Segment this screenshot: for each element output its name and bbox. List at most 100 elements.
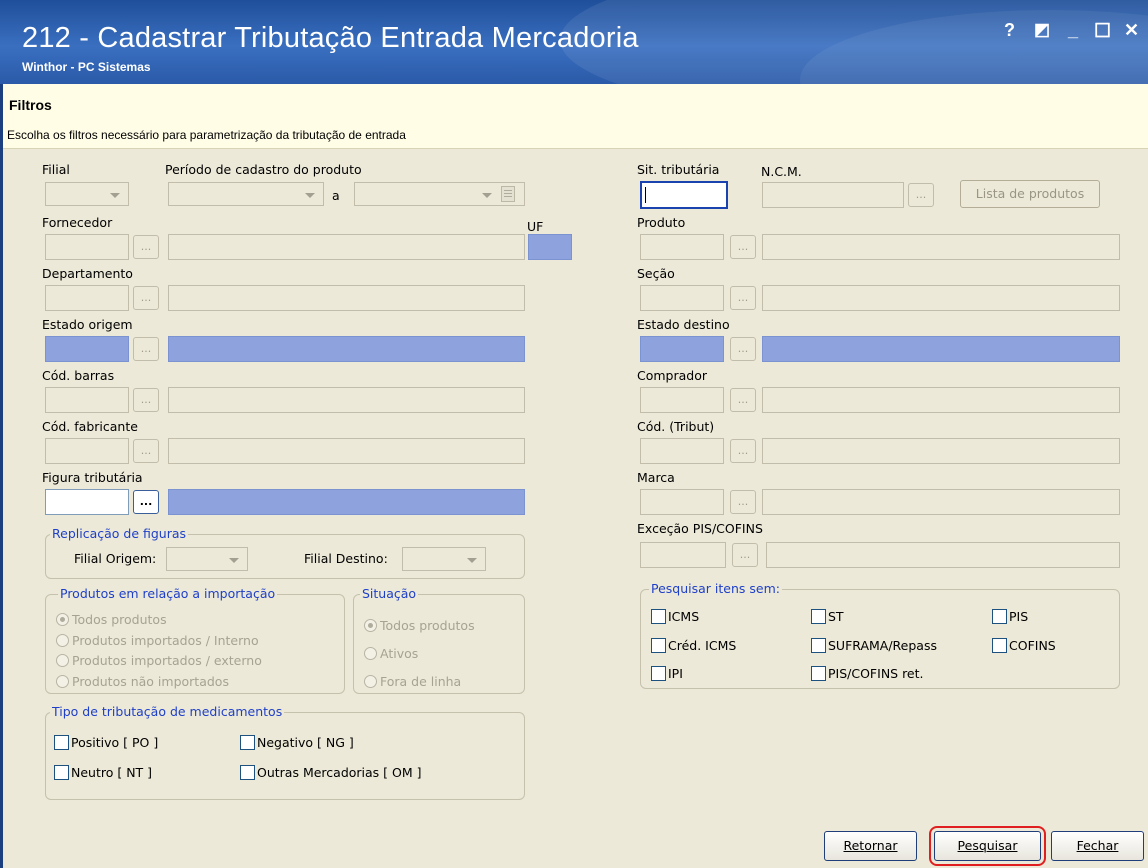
text-cursor: [645, 187, 646, 203]
checkbox-label: PIS: [1009, 609, 1029, 624]
filial-select[interactable]: [45, 182, 129, 206]
sit-tributaria-input[interactable]: [640, 181, 728, 209]
situacao-option-ativos[interactable]: Ativos: [364, 646, 418, 661]
cod-tribut-code-input[interactable]: [640, 438, 724, 464]
excecao-search-button[interactable]: ...: [732, 543, 758, 567]
figura-tributaria-label: Figura tributária: [42, 470, 143, 485]
checkbox-label: Negativo [ NG ]: [257, 735, 354, 750]
medicamentos-group: Tipo de tributação de medicamentos Posit…: [45, 704, 525, 800]
maximize-icon[interactable]: ☐: [1094, 20, 1111, 43]
cod-fabricante-code-input[interactable]: [45, 438, 129, 464]
cod-tribut-search-button[interactable]: ...: [730, 439, 756, 463]
checkbox-neutro[interactable]: Neutro [ NT ]: [54, 765, 152, 780]
checkbox-icon: [651, 638, 666, 653]
departamento-code-input[interactable]: [45, 285, 129, 311]
situacao-option-fora[interactable]: Fora de linha: [364, 674, 461, 689]
window-client: Filtros Escolha os filtros necessário pa…: [0, 84, 1148, 868]
lista-produtos-button[interactable]: Lista de produtos: [960, 180, 1100, 208]
estado-origem-code-input[interactable]: [45, 336, 129, 362]
fornecedor-search-button[interactable]: ...: [133, 235, 159, 259]
checkbox-outras[interactable]: Outras Mercadorias [ OM ]: [240, 765, 421, 780]
situacao-option-todos[interactable]: Todos produtos: [364, 618, 475, 633]
ncm-search-button[interactable]: ...: [908, 183, 934, 207]
secao-search-button[interactable]: ...: [730, 286, 756, 310]
filial-destino-select[interactable]: [402, 547, 486, 571]
comprador-name-field: [762, 387, 1120, 413]
radio-icon: [56, 675, 69, 688]
pesquisar-button[interactable]: Pesquisar: [929, 826, 1046, 866]
calendar-icon[interactable]: [501, 186, 515, 202]
figura-tributaria-code-input[interactable]: [45, 489, 129, 515]
sit-tributaria-label: Sit. tributária: [637, 162, 720, 177]
checkbox-st[interactable]: ST: [811, 609, 844, 624]
checkbox-negativo[interactable]: Negativo [ NG ]: [240, 735, 354, 750]
radio-selected-icon: [56, 613, 69, 626]
estado-destino-code-input[interactable]: [640, 336, 724, 362]
filial-destino-label: Filial Destino:: [304, 551, 388, 566]
departamento-search-button[interactable]: ...: [133, 286, 159, 310]
cod-barras-code-input[interactable]: [45, 387, 129, 413]
filial-origem-select[interactable]: [166, 547, 248, 571]
checkbox-suframa[interactable]: SUFRAMA/Repass: [811, 638, 937, 653]
checkbox-label: Positivo [ PO ]: [71, 735, 159, 750]
cod-barras-search-button[interactable]: ...: [133, 388, 159, 412]
importacao-option-interno[interactable]: Produtos importados / Interno: [56, 633, 259, 648]
comprador-code-input[interactable]: [640, 387, 724, 413]
fechar-button[interactable]: Fechar: [1051, 831, 1144, 861]
checkbox-label: PIS/COFINS ret.: [828, 666, 924, 681]
secao-code-input[interactable]: [640, 285, 724, 311]
produto-search-button[interactable]: ...: [730, 235, 756, 259]
fornecedor-name-field: [168, 234, 525, 260]
marca-code-input[interactable]: [640, 489, 724, 515]
figura-tributaria-search-button[interactable]: ...: [133, 490, 159, 514]
checkbox-icon: [811, 638, 826, 653]
estado-origem-search-button[interactable]: ...: [133, 337, 159, 361]
secao-name-field: [762, 285, 1120, 311]
checkbox-positivo[interactable]: Positivo [ PO ]: [54, 735, 158, 750]
cod-fabricante-search-button[interactable]: ...: [133, 439, 159, 463]
radio-label: Produtos importados / Interno: [72, 633, 259, 648]
window-title: 212 - Cadastrar Tributação Entrada Merca…: [22, 22, 639, 54]
checkbox-label: ST: [828, 609, 844, 624]
produto-code-input[interactable]: [640, 234, 724, 260]
importacao-option-nao[interactable]: Produtos não importados: [56, 674, 229, 689]
estado-origem-name-field: [168, 336, 525, 362]
chevron-down-icon: [467, 558, 477, 563]
filial-label: Filial: [42, 162, 70, 177]
produto-name-field: [762, 234, 1120, 260]
checkbox-cred-icms[interactable]: Créd. ICMS: [651, 638, 736, 653]
excecao-code-input[interactable]: [640, 542, 726, 568]
window-subtitle: Winthor - PC Sistemas: [22, 60, 151, 74]
cod-fabricante-name-field: [168, 438, 525, 464]
comprador-search-button[interactable]: ...: [730, 388, 756, 412]
importacao-option-todos[interactable]: Todos produtos: [56, 612, 167, 627]
ncm-input[interactable]: [762, 182, 904, 208]
periodo-start-select[interactable]: [168, 182, 324, 206]
situacao-group: Situação Todos produtos Ativos Fora de l…: [353, 586, 525, 694]
checkbox-pis-cofins-ret[interactable]: PIS/COFINS ret.: [811, 666, 924, 681]
radio-selected-icon: [364, 619, 377, 632]
fornecedor-code-input[interactable]: [45, 234, 129, 260]
cod-fabricante-label: Cód. fabricante: [42, 419, 138, 434]
checkbox-icms[interactable]: ICMS: [651, 609, 699, 624]
close-icon[interactable]: ✕: [1124, 20, 1139, 41]
checkbox-icon: [54, 735, 69, 750]
minimize-icon[interactable]: _: [1068, 20, 1078, 41]
secao-label: Seção: [637, 266, 675, 281]
help-icon[interactable]: ?: [1004, 20, 1015, 41]
restore-icon[interactable]: ◩: [1034, 20, 1050, 40]
filters-description: Escolha os filtros necessário para param…: [7, 128, 406, 142]
checkbox-pis[interactable]: PIS: [992, 609, 1028, 624]
checkbox-ipi[interactable]: IPI: [651, 666, 683, 681]
excecao-name-field: [766, 542, 1120, 568]
marca-search-button[interactable]: ...: [730, 490, 756, 514]
marca-label: Marca: [637, 470, 675, 485]
retornar-button[interactable]: Retornar: [824, 831, 917, 861]
uf-field[interactable]: [528, 234, 572, 260]
periodo-end-select[interactable]: [354, 182, 525, 206]
estado-destino-search-button[interactable]: ...: [730, 337, 756, 361]
importacao-option-externo[interactable]: Produtos importados / externo: [56, 653, 262, 668]
cod-barras-name-field: [168, 387, 525, 413]
checkbox-cofins[interactable]: COFINS: [992, 638, 1056, 653]
uf-label: UF: [527, 219, 544, 234]
